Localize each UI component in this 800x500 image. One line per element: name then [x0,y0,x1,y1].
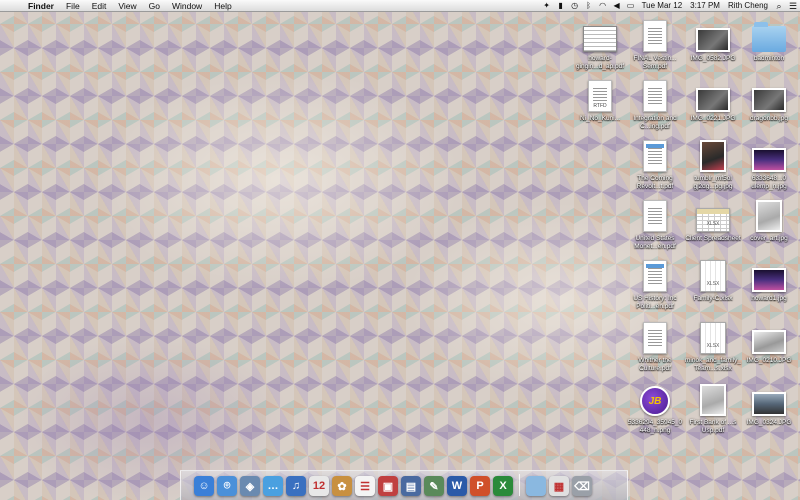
desktop-file-icon[interactable]: howard-gingin...d_ap.pdf [572,20,628,70]
desktop-folder-icon[interactable]: badminton [741,20,797,63]
photo-thumbnail-icon [700,140,726,172]
photo-thumbnail-icon [696,28,730,52]
spreadsheet-icon: XLSX [700,322,726,354]
menu-view[interactable]: View [112,0,142,12]
trash-icon[interactable]: ⌫ [572,476,592,496]
desktop-file-icon[interactable]: XLSX minok_and_family_Team...s.xlsx [685,322,741,372]
dropbox-icon[interactable]: ✦ [540,0,554,12]
photo-thumbnail-icon [752,330,786,354]
status-area: ✦ ▮ ◷ ᛒ ◠ ◀ ▭ Tue Mar 12 3:17 PM Rith Ch… [540,0,800,12]
notification-center-icon[interactable]: ☰ [786,0,800,12]
pdf-document-icon [643,322,667,354]
photo-thumbnail-icon [752,392,786,416]
iphoto-icon[interactable]: ✿ [332,476,352,496]
desktop-file-icon[interactable]: Whither the Culture.pdf [627,322,683,372]
photo-thumbnail-icon [752,268,786,292]
pdf-document-icon [643,20,667,52]
textedit-icon[interactable]: ✎ [424,476,444,496]
desktop-file-icon[interactable]: cover_art.jpg [741,200,797,243]
desktop-file-icon[interactable]: XLSX Client Spreadsheet [685,200,741,243]
desktop-file-icon[interactable]: IMG_0324.JPG [741,384,797,427]
photo-thumbnail-icon [756,200,782,232]
menu-app-finder[interactable]: Finder [22,0,60,12]
desktop-file-icon[interactable]: dragonbb.jpg [741,80,797,123]
desktop-file-icon[interactable]: 6333648...0 ulemp_n.jpg [741,140,797,190]
spotlight-search-icon[interactable]: ⌕ [772,0,786,12]
jb-logo-icon: JB [640,386,670,416]
bluetooth-icon[interactable]: ᛒ [582,0,596,12]
desktop-file-icon[interactable]: IMG_0210.JPG [741,322,797,365]
desktop-file-icon[interactable]: First Bank of ...s Usp.pdf [685,384,741,434]
menu-bar: Finder File Edit View Go Window Help ✦ ▮… [0,0,800,12]
desktop-file-icon[interactable]: United States Monet...en.pdf [627,200,683,250]
menu-date[interactable]: Tue Mar 12 [638,0,687,12]
desktop-file-icon[interactable]: FINAL Vestin... Sem.pdf [627,20,683,70]
menu-time[interactable]: 3:17 PM [686,0,724,12]
photo-booth-icon[interactable]: ▣ [378,476,398,496]
screenshot-thumbnail-icon [583,26,617,52]
itunes-icon[interactable]: ♫ [286,476,306,496]
wifi-icon[interactable]: ◠ [596,0,610,12]
keynote-icon[interactable]: ▤ [401,476,421,496]
photo-thumbnail-icon [752,148,786,172]
document-thumbnail-icon [700,384,726,416]
menu-file[interactable]: File [60,0,86,12]
desktop-file-icon[interactable]: RTFD Ni_No_Kuni... [572,80,628,123]
safari-icon[interactable]: ⌾ [217,476,237,496]
rtfd-document-icon: RTFD [588,80,612,112]
messages-icon[interactable]: … [263,476,283,496]
menu-user[interactable]: Rith Cheng [724,0,772,12]
preview-icon[interactable]: ◈ [240,476,260,496]
desktop-file-icon[interactable]: IMG_0221.JPG [685,80,741,123]
pdf-document-icon [643,260,667,292]
desktop-file-icon[interactable]: XLSX Family-C.xlsx [685,260,741,303]
pdf-document-icon [643,140,667,172]
powerpoint-icon[interactable]: P [470,476,490,496]
excel-icon[interactable]: X [493,476,513,496]
downloads-folder-icon[interactable] [526,476,546,496]
desktop-file-icon[interactable]: howard1.jpg [741,260,797,303]
battery-icon[interactable]: ▭ [624,0,638,12]
menu-window[interactable]: Window [166,0,208,12]
folder-icon [752,22,786,52]
menu-help[interactable]: Help [208,0,237,12]
dock-separator [519,474,520,496]
menu-edit[interactable]: Edit [86,0,113,12]
pdf-document-icon [643,200,667,232]
desktop-file-icon[interactable]: The Coming Revolt...t.pdf [627,140,683,190]
desktop-file-icon[interactable]: IMG_0582.JPG [685,20,741,63]
desktop-file-icon[interactable]: US History: Inc Politi...en.pdf [627,260,683,310]
desktop-file-icon[interactable]: JB 5336294_35945_0448_n.png [627,384,683,434]
desktop-file-icon[interactable]: Integration and C...ing.pdf [627,80,683,130]
desktop-file-icon[interactable]: tumblr_mf5ol gj2dg...pg.jpg [685,140,741,190]
finder-icon[interactable]: ☺ [194,476,214,496]
spreadsheet-icon: XLSX [696,208,730,232]
bookmark-icon[interactable]: ▮ [554,0,568,12]
time-machine-icon[interactable]: ◷ [568,0,582,12]
photo-thumbnail-icon [696,88,730,112]
spreadsheet-icon: XLSX [700,260,726,292]
menu-go[interactable]: Go [143,0,166,12]
calendar-icon[interactable]: 12 [309,476,329,496]
volume-icon[interactable]: ◀ [610,0,624,12]
photo-thumbnail-icon [752,88,786,112]
dock-icons: ☺ ⌾ ◈… ♫ 12 ✿ ☰ ▣ ▤ ✎ W P X ▦ ⌫ [194,474,592,496]
word-icon[interactable]: W [447,476,467,496]
documents-stack-icon[interactable]: ▦ [549,476,569,496]
pdf-document-icon [643,80,667,112]
reminders-icon[interactable]: ☰ [355,476,375,496]
